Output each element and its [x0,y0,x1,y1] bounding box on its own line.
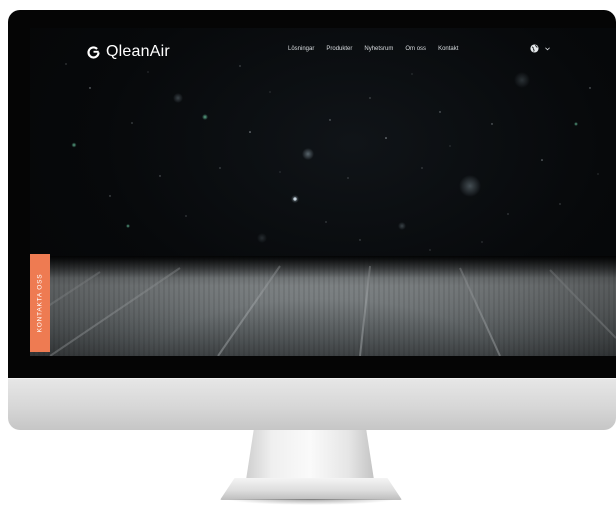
qleanair-logo-icon [87,45,100,59]
monitor-stand-base [220,478,402,500]
surface-vignette [30,256,616,356]
monitor: QleanAir Lösningar Produkter Nyhetsrum O… [8,10,616,430]
main-nav: Lösningar Produkter Nyhetsrum Om oss Kon… [288,46,458,52]
language-selector[interactable] [530,44,550,53]
nav-item-kontakt[interactable]: Kontakt [438,46,458,52]
desktop-monitor-mockup: QleanAir Lösningar Produkter Nyhetsrum O… [0,0,616,516]
stand-shadow [226,499,396,505]
nav-item-produkter[interactable]: Produkter [326,46,352,52]
contact-us-tab[interactable]: KONTAKTA OSS [30,254,50,352]
globe-icon [530,44,539,53]
website-screen: QleanAir Lösningar Produkter Nyhetsrum O… [30,28,616,356]
brand-logo[interactable]: QleanAir [86,42,170,62]
contact-us-label: KONTAKTA OSS [36,273,44,333]
brand-name: QleanAir [106,43,170,60]
monitor-chin [8,378,616,430]
nav-item-om-oss[interactable]: Om oss [405,46,426,52]
chevron-down-icon [545,46,550,50]
monitor-stand-neck [246,430,374,480]
nav-item-nyhetsrum[interactable]: Nyhetsrum [364,46,393,52]
nav-item-losningar[interactable]: Lösningar [288,46,314,52]
